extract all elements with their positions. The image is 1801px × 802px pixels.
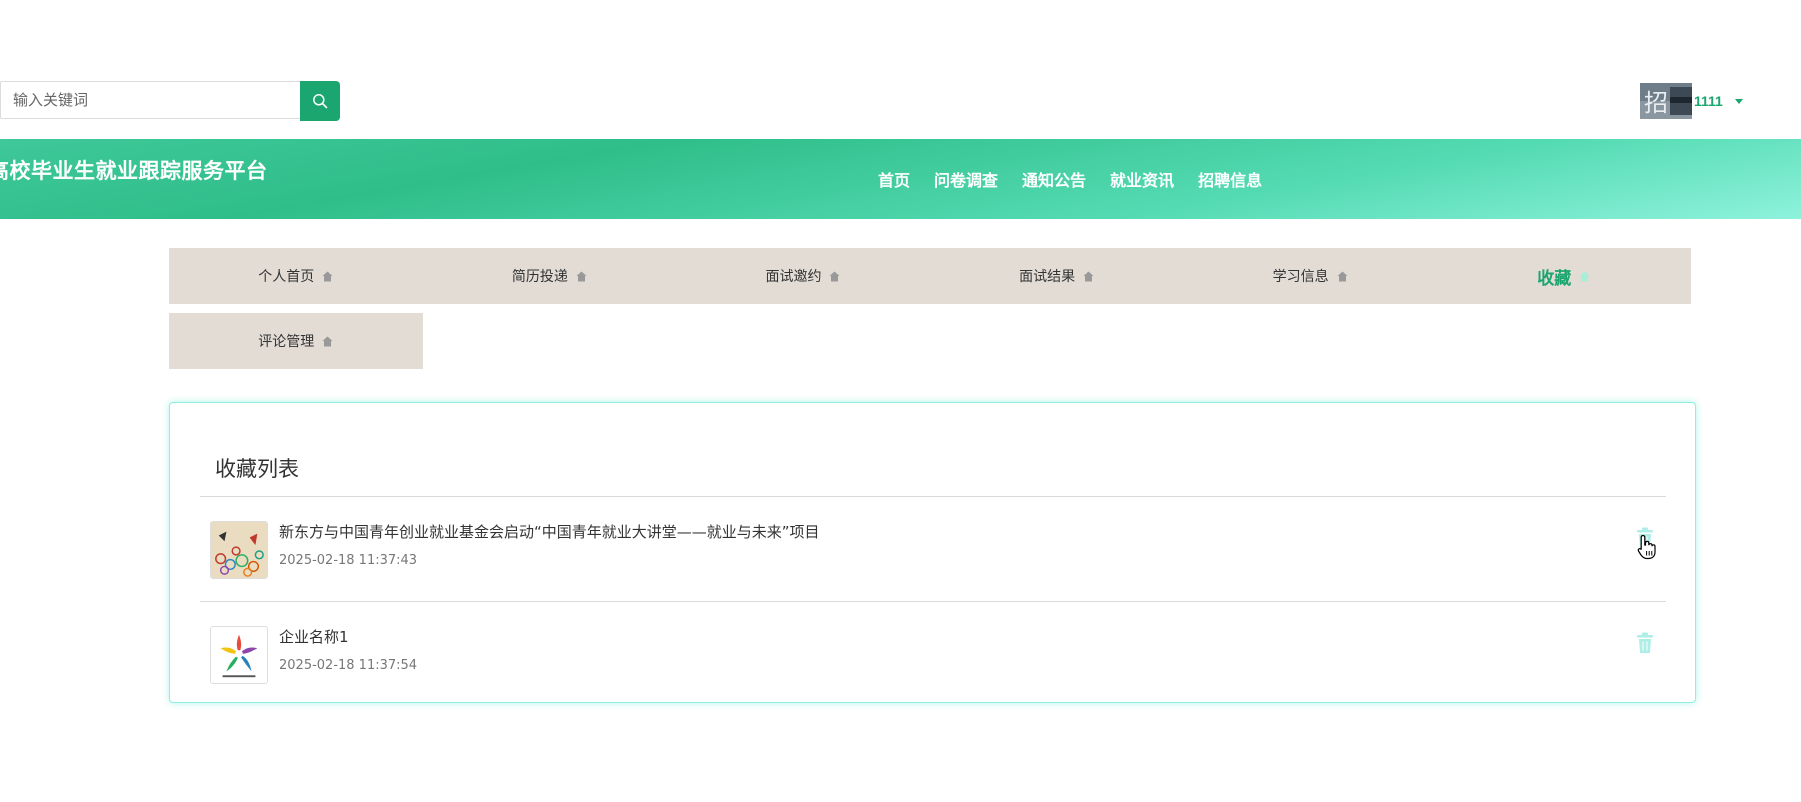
list-item[interactable]: 新东方与中国青年创业就业基金会启动“中国青年就业大讲堂——就业与未来”项目 20… xyxy=(200,497,1666,602)
tab-row: 评论管理 xyxy=(169,313,1691,369)
home-icon xyxy=(322,271,333,281)
nav-recruitment[interactable]: 招聘信息 xyxy=(1198,167,1262,191)
favorites-panel: 收藏列表 新东方与中国青年创业就业基金会启动“中国青年就业大讲堂——就业与未来”… xyxy=(169,402,1696,703)
tab-favorites[interactable]: 收藏 xyxy=(1436,248,1691,304)
profile-tabs: 个人首页 简历投递 面试邀约 面试结果 学习信息 收藏 评论管理 xyxy=(169,248,1691,369)
username[interactable]: 1111 xyxy=(1694,93,1723,109)
list-item[interactable]: 企业名称1 2025-02-18 11:37:54 xyxy=(200,602,1666,706)
item-title[interactable]: 新东方与中国青年创业就业基金会启动“中国青年就业大讲堂——就业与未来”项目 xyxy=(279,521,820,542)
nav-notices[interactable]: 通知公告 xyxy=(1022,167,1086,191)
trash-icon[interactable] xyxy=(1636,527,1654,549)
user-menu[interactable]: 招 1111 xyxy=(1640,83,1743,119)
tab-label: 评论管理 xyxy=(258,334,315,350)
nav-survey[interactable]: 问卷调查 xyxy=(934,167,998,191)
nav-employment-news[interactable]: 就业资讯 xyxy=(1110,167,1174,191)
search-button[interactable] xyxy=(300,81,340,121)
tab-label: 面试结果 xyxy=(1019,269,1076,285)
search-input[interactable] xyxy=(0,81,300,119)
header-banner: 高校毕业生就业跟踪服务平台 首页 问卷调查 通知公告 就业资讯 招聘信息 xyxy=(0,139,1801,219)
item-thumbnail xyxy=(210,521,268,579)
tab-interview-invites[interactable]: 面试邀约 xyxy=(676,248,930,304)
caret-down-icon[interactable] xyxy=(1734,98,1743,104)
site-title: 高校毕业生就业跟踪服务平台 xyxy=(0,159,268,183)
avatar: 招 xyxy=(1640,83,1692,119)
home-icon xyxy=(576,271,587,281)
tab-personal-home[interactable]: 个人首页 xyxy=(169,248,423,304)
home-icon xyxy=(1579,271,1590,281)
tab-interview-results[interactable]: 面试结果 xyxy=(929,248,1184,304)
tab-label: 收藏 xyxy=(1537,268,1572,289)
item-date: 2025-02-18 11:37:54 xyxy=(279,658,418,673)
home-icon xyxy=(1337,271,1348,281)
home-icon xyxy=(829,271,840,281)
item-date: 2025-02-18 11:37:43 xyxy=(279,553,418,568)
tab-resume-delivery[interactable]: 简历投递 xyxy=(422,248,677,304)
tab-label: 学习信息 xyxy=(1272,269,1329,285)
home-icon xyxy=(1083,271,1094,281)
nav-home[interactable]: 首页 xyxy=(878,167,910,191)
search-icon xyxy=(313,94,328,109)
item-thumbnail xyxy=(210,626,268,684)
trash-icon[interactable] xyxy=(1636,632,1654,654)
tab-study-info[interactable]: 学习信息 xyxy=(1183,248,1437,304)
tab-label: 个人首页 xyxy=(258,269,315,285)
page: 招 1111 高校毕业生就业跟踪服务平台 首页 问卷调查 通知公告 就业资讯 招… xyxy=(0,0,1801,802)
tab-label: 简历投递 xyxy=(511,269,568,285)
main-nav: 首页 问卷调查 通知公告 就业资讯 招聘信息 xyxy=(878,167,1262,191)
svg-text:招: 招 xyxy=(1644,89,1668,117)
search-bar xyxy=(0,81,340,121)
tab-row: 个人首页 简历投递 面试邀约 面试结果 学习信息 收藏 xyxy=(169,248,1691,304)
tab-label: 面试邀约 xyxy=(765,269,822,285)
home-icon xyxy=(322,336,333,346)
item-title[interactable]: 企业名称1 xyxy=(279,626,349,647)
tab-comment-management[interactable]: 评论管理 xyxy=(169,313,423,369)
panel-title: 收藏列表 xyxy=(215,457,299,481)
